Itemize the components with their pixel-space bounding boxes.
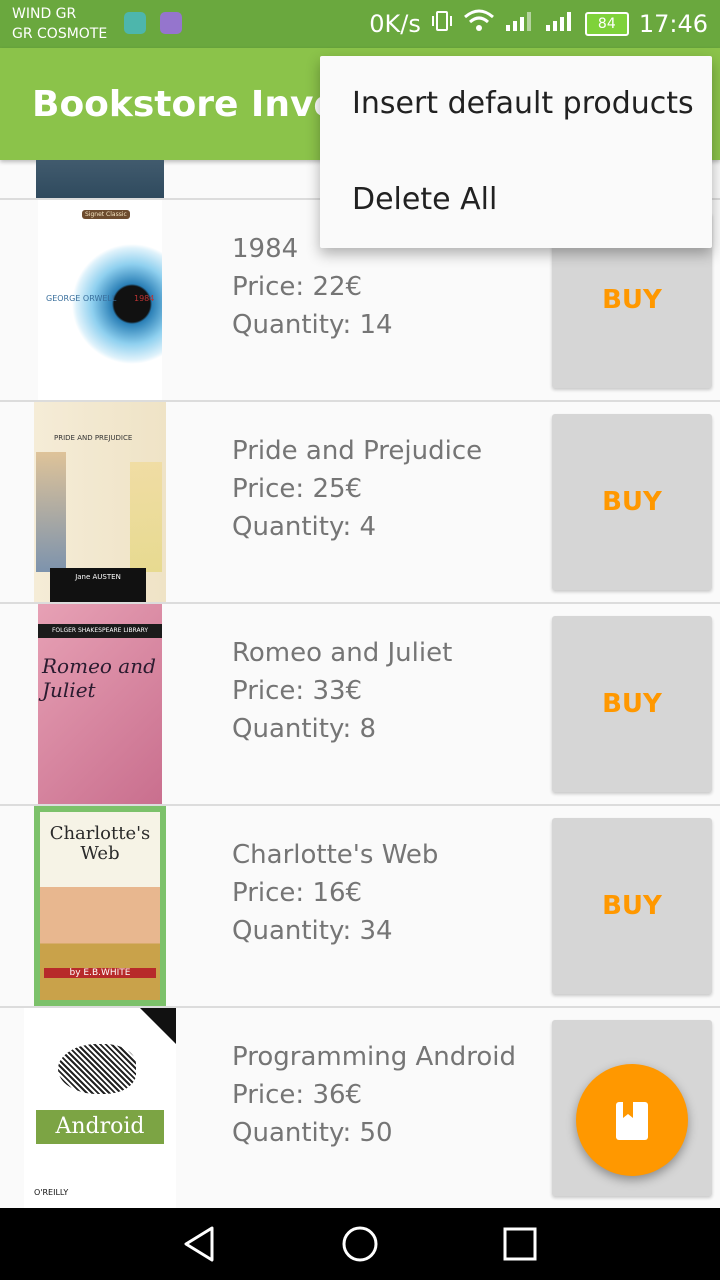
cover-author: Jane AUSTEN — [75, 573, 121, 581]
cover-title: PRIDE AND PREJUDICE — [54, 434, 133, 442]
product-price: Price: 25€ — [232, 474, 363, 504]
cover-series: FOLGER SHAKESPEARE LIBRARY — [51, 627, 149, 634]
clock: 17:46 — [638, 10, 708, 38]
product-info: Charlotte's Web Price: 16€ Quantity: 34 — [232, 836, 438, 950]
wifi-icon — [463, 9, 495, 39]
book-icon — [616, 1102, 648, 1140]
list-item[interactable]: PRIDE AND PREJUDICE Jane AUSTEN Pride an… — [0, 402, 720, 604]
figure-illustration-2 — [130, 462, 162, 572]
product-name: Pride and Prejudice — [232, 436, 483, 466]
signal-icon-1 — [505, 9, 535, 39]
network-speed: 0K/s — [369, 10, 421, 38]
gallery-notification-icon — [160, 12, 182, 34]
home-icon[interactable] — [340, 1224, 380, 1264]
cover-title: 1984 — [134, 294, 155, 303]
book-cover-image — [36, 160, 164, 198]
carrier-1: WIND GR — [12, 6, 77, 22]
figure-illustration — [36, 452, 66, 572]
bird-illustration — [58, 1044, 136, 1094]
cover-title: Android — [36, 1110, 164, 1144]
edition-corner — [140, 1008, 176, 1044]
product-quantity: Quantity: 8 — [232, 714, 377, 744]
cover-title: Romeo and Juliet — [42, 654, 156, 702]
product-quantity: Quantity: 34 — [232, 916, 393, 946]
product-info: Romeo and Juliet Price: 33€ Quantity: 8 — [232, 634, 452, 748]
book-cover-programming-android: Android O'REILLY — [24, 1008, 176, 1208]
product-price: Price: 33€ — [232, 676, 363, 706]
product-quantity: Quantity: 50 — [232, 1118, 393, 1148]
android-notification-icon — [124, 12, 146, 34]
product-name: Programming Android — [232, 1042, 517, 1072]
product-info: Programming Android Price: 36€ Quantity:… — [232, 1038, 516, 1152]
cover-author: by E.B.WHITE — [44, 968, 156, 978]
status-indicators: 0K/s 84 17:46 — [369, 6, 708, 42]
menu-item-delete-all[interactable]: Delete All — [320, 152, 712, 248]
menu-item-insert-default-products[interactable]: Insert default products — [320, 56, 712, 152]
recents-icon[interactable] — [500, 1224, 540, 1264]
book-cover-charlottes-web: Charlotte's Web by E.B.WHITE — [34, 806, 166, 1006]
buy-button[interactable]: BUY — [552, 414, 712, 590]
carrier-info: WIND GR GR COSMOTE — [12, 4, 107, 44]
cover-inner: Charlotte's Web by E.B.WHITE — [40, 812, 160, 1000]
carrier-2: GR COSMOTE — [12, 26, 108, 42]
book-cover-pride-and-prejudice: PRIDE AND PREJUDICE Jane AUSTEN — [34, 402, 166, 602]
product-quantity: Quantity: 4 — [232, 512, 377, 542]
cover-series-badge: Signet Classic — [82, 210, 130, 219]
product-list[interactable]: Signet Classic GEORGE ORWELL 1984 1984 P… — [0, 160, 720, 1208]
product-price: Price: 36€ — [232, 1080, 363, 1110]
add-product-fab[interactable] — [576, 1064, 688, 1176]
product-name: Charlotte's Web — [232, 840, 439, 870]
battery-icon: 84 — [584, 12, 629, 36]
product-quantity: Quantity: 14 — [232, 310, 393, 340]
eye-illustration — [72, 244, 162, 364]
back-icon[interactable] — [180, 1224, 220, 1264]
product-name: Romeo and Juliet — [232, 638, 453, 668]
list-item[interactable]: FOLGER SHAKESPEARE LIBRARY Romeo and Jul… — [0, 604, 720, 806]
cover-publisher: O'REILLY — [34, 1188, 69, 1197]
buy-button[interactable]: BUY — [552, 818, 712, 994]
product-info: Pride and Prejudice Price: 25€ Quantity:… — [232, 432, 482, 546]
signal-icon-2 — [545, 9, 575, 39]
buy-button[interactable]: BUY — [552, 616, 712, 792]
list-item[interactable]: Charlotte's Web by E.B.WHITE Charlotte's… — [0, 806, 720, 1008]
cover-author-band: Jane AUSTEN — [50, 568, 146, 602]
cover-series-band: FOLGER SHAKESPEARE LIBRARY — [38, 624, 162, 638]
product-price: Price: 16€ — [232, 878, 363, 908]
navigation-bar — [0, 1208, 720, 1280]
vibrate-icon — [431, 9, 453, 39]
status-bar: WIND GR GR COSMOTE 0K/s 84 17:46 — [0, 0, 720, 48]
book-cover-1984: Signet Classic GEORGE ORWELL 1984 — [38, 200, 162, 400]
cover-author: GEORGE ORWELL — [46, 294, 117, 303]
overflow-menu: Insert default products Delete All — [320, 56, 712, 248]
cover-title: Charlotte's Web — [49, 823, 151, 864]
product-price: Price: 22€ — [232, 272, 363, 302]
book-cover-romeo-and-juliet: FOLGER SHAKESPEARE LIBRARY Romeo and Jul… — [38, 604, 162, 804]
